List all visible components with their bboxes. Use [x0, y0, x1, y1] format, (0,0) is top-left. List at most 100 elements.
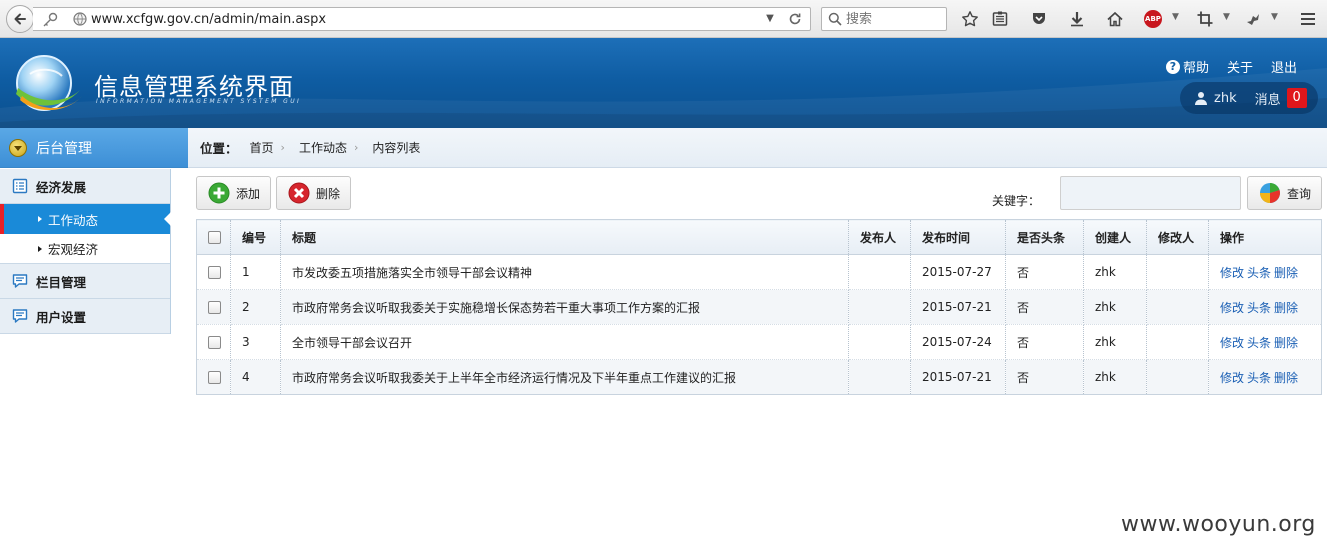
row-checkbox[interactable] — [208, 336, 221, 349]
breadcrumb-separator-icon: › — [353, 141, 359, 154]
row-checkbox[interactable] — [208, 371, 221, 384]
keyword-label: 关键字： — [992, 194, 1041, 208]
column-header-title: 标题 — [280, 219, 849, 255]
header-top-links: ? 帮助 关于 退出 — [1165, 57, 1297, 76]
browser-search-box[interactable] — [821, 7, 947, 31]
row-checkbox[interactable] — [208, 301, 221, 314]
username: zhk — [1214, 90, 1237, 106]
breadcrumb-separator-icon: › — [280, 141, 285, 154]
logout-link[interactable]: 退出 — [1271, 57, 1297, 76]
cell-title: 全市领导干部会议召开 — [280, 324, 849, 360]
row-select-cell — [196, 289, 231, 325]
sidebar-group-economy[interactable]: 经济发展 — [0, 169, 170, 204]
edit-link[interactable]: 修改 — [1220, 371, 1244, 385]
sidebar-group-column-management[interactable]: 栏目管理 — [0, 264, 170, 299]
edit-link[interactable]: 修改 — [1220, 301, 1244, 315]
bookmark-star-icon[interactable] — [960, 9, 980, 29]
cell-publish-date: 2015-07-24 — [910, 324, 1006, 360]
x-circle-icon — [288, 182, 310, 204]
select-all-checkbox[interactable] — [208, 231, 221, 244]
chat-bubble-icon — [12, 274, 28, 288]
query-button[interactable]: 查询 — [1247, 176, 1322, 210]
messages-count-badge[interactable]: 0 — [1286, 88, 1307, 108]
delete-link[interactable]: 删除 — [1274, 301, 1298, 315]
url-history-dropdown-icon[interactable]: ▼ — [763, 11, 777, 27]
cell-actions: 修改 头条 删除 — [1208, 324, 1322, 360]
extension-icon[interactable] — [1243, 9, 1263, 29]
help-link[interactable]: ? 帮助 — [1165, 57, 1209, 76]
sidebar-menu: 经济发展 工作动态 宏观经济 栏目管理 用户设置 — [0, 169, 171, 334]
sidebar-group-label: 用户设置 — [36, 309, 87, 325]
adblock-menu-arrow-icon[interactable]: ▼ — [1172, 12, 1179, 22]
sidebar: 后台管理 经济发展 工作动态 宏观经济 栏目管理 用户设置 — [0, 128, 188, 553]
chat-bubble-icon — [12, 309, 28, 323]
breadcrumb-label: 位置： — [200, 141, 238, 156]
sidebar-item-macro-economy[interactable]: 宏观经济 — [0, 234, 170, 264]
reading-list-icon[interactable] — [990, 9, 1010, 29]
delete-link[interactable]: 删除 — [1274, 336, 1298, 350]
breadcrumb-work-news[interactable]: 工作动态 — [299, 139, 347, 156]
select-all-cell — [196, 219, 231, 255]
adblock-plus-icon[interactable]: ABP — [1144, 10, 1162, 28]
crop-screenshot-icon[interactable] — [1195, 9, 1215, 29]
breadcrumb-home[interactable]: 首页 — [250, 139, 274, 156]
delete-button[interactable]: 删除 — [276, 176, 351, 210]
hamburger-menu-icon[interactable] — [1298, 9, 1318, 29]
row-checkbox[interactable] — [208, 266, 221, 279]
home-icon[interactable] — [1105, 9, 1125, 29]
browser-toolbar: www.xcfgw.gov.cn/admin/main.aspx ▼ ABP ▼… — [0, 0, 1327, 38]
sidebar-item-work-news[interactable]: 工作动态 — [0, 204, 171, 234]
row-select-cell — [196, 254, 231, 290]
cell-actions: 修改 头条 删除 — [1208, 254, 1322, 290]
download-icon[interactable] — [1067, 9, 1087, 29]
extension-menu-arrow-icon[interactable]: ▼ — [1271, 12, 1278, 22]
browser-search-input[interactable] — [846, 10, 942, 28]
crop-menu-arrow-icon[interactable]: ▼ — [1223, 12, 1230, 22]
breadcrumb: 位置： 首页 › 工作动态 › 内容列表 — [188, 128, 1327, 168]
url-text[interactable]: www.xcfgw.gov.cn/admin/main.aspx — [91, 12, 326, 27]
set-headline-link[interactable]: 头条 — [1247, 301, 1271, 315]
messages-link[interactable]: 消息 — [1255, 89, 1281, 108]
table-row: 1 市发改委五项措施落实全市领导干部会议精神 2015-07-27 否 zhk 修改 头条删… — [196, 254, 1322, 290]
breadcrumb-item-label: 工作动态 — [298, 141, 347, 155]
cell-publisher — [848, 289, 911, 325]
user-info-pill: zhk 消息 0 — [1180, 82, 1318, 114]
content-table: 编号 标题 发布人 发布时间 是否头条 创建人 修改人 操作 1 市发改委五项措施… — [196, 219, 1322, 395]
row-select-cell — [196, 359, 231, 395]
delete-button-label: 删除 — [316, 186, 341, 201]
sidebar-group-label: 栏目管理 — [36, 274, 87, 290]
set-headline-link[interactable]: 头条 — [1247, 266, 1271, 280]
edit-link[interactable]: 修改 — [1220, 336, 1244, 350]
cell-modifier — [1146, 289, 1209, 325]
help-label: 帮助 — [1182, 61, 1209, 76]
address-bar[interactable]: www.xcfgw.gov.cn/admin/main.aspx ▼ — [33, 7, 811, 31]
cell-creator: zhk — [1083, 254, 1147, 290]
sidebar-group-user-settings[interactable]: 用户设置 — [0, 299, 170, 334]
list-icon — [12, 178, 28, 194]
table-row: 2 市政府常务会议听取我委关于实施稳增长保态势若干重大事项工作方案的汇报 2015-… — [196, 289, 1322, 325]
breadcrumb-content-list: 内容列表 — [372, 139, 420, 156]
pocket-icon[interactable] — [1029, 9, 1049, 29]
system-title: 信息管理系统界面 — [94, 73, 294, 101]
cell-modifier — [1146, 324, 1209, 360]
delete-link[interactable]: 删除 — [1274, 371, 1298, 385]
table-row: 4 市政府常务会议听取我委关于上半年全市经济运行情况及下半年重点工作建议的汇报 20… — [196, 359, 1322, 395]
set-headline-link[interactable]: 头条 — [1247, 336, 1271, 350]
add-button[interactable]: 添加 — [196, 176, 271, 210]
cell-title: 市政府常务会议听取我委关于实施稳增长保态势若干重大事项工作方案的汇报 — [280, 289, 849, 325]
pie-chart-icon — [1260, 183, 1280, 203]
keyword-input[interactable] — [1060, 176, 1241, 210]
edit-link[interactable]: 修改 — [1220, 266, 1244, 280]
delete-link[interactable]: 删除 — [1274, 266, 1298, 280]
about-link[interactable]: 关于 — [1227, 57, 1253, 76]
back-button[interactable] — [6, 5, 34, 33]
key-icon[interactable] — [41, 11, 59, 27]
reload-icon[interactable] — [787, 11, 803, 27]
cell-publish-date: 2015-07-21 — [910, 289, 1006, 325]
column-header-actions: 操作 — [1208, 219, 1322, 255]
cell-title: 市发改委五项措施落实全市领导干部会议精神 — [280, 254, 849, 290]
sidebar-header[interactable]: 后台管理 — [0, 128, 188, 168]
cell-actions: 修改 头条 删除 — [1208, 289, 1322, 325]
set-headline-link[interactable]: 头条 — [1247, 371, 1271, 385]
cell-creator: zhk — [1083, 289, 1147, 325]
